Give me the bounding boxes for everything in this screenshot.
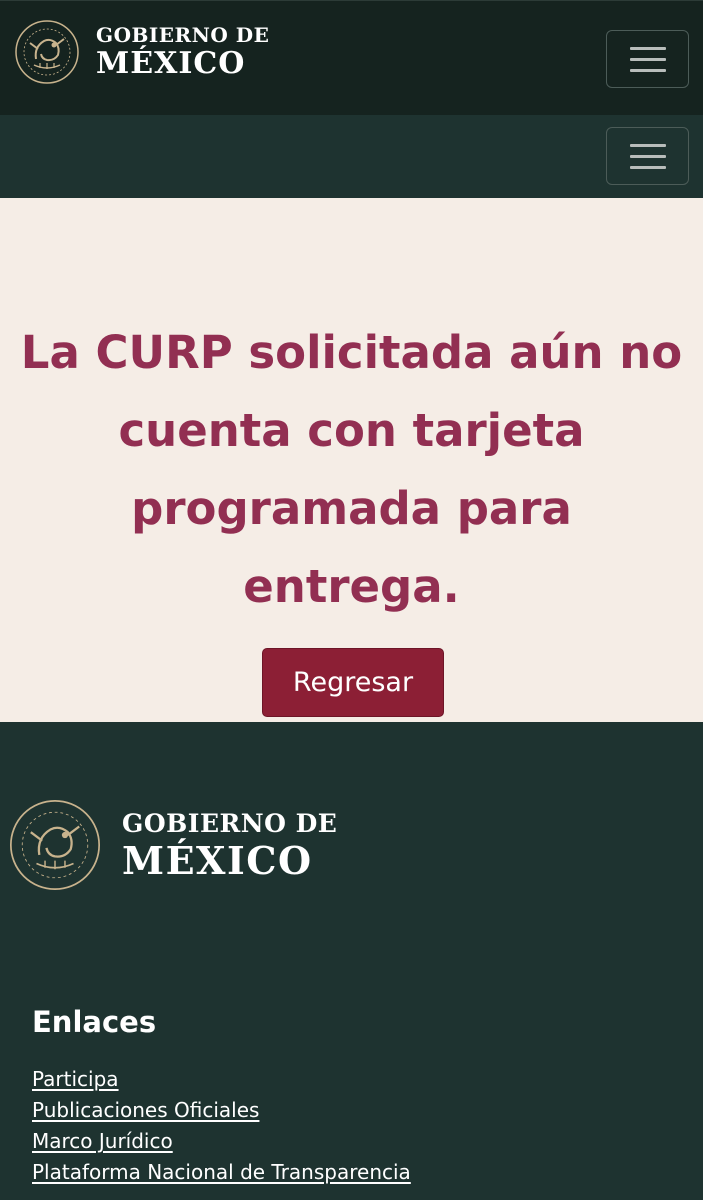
main-content: La CURP solicitada aún no cuenta con tar… — [0, 198, 703, 722]
hamburger-icon — [629, 143, 666, 147]
main-menu-toggle[interactable] — [606, 30, 689, 88]
link-participa[interactable]: Participa — [32, 1067, 119, 1091]
status-message: La CURP solicitada aún no cuenta con tar… — [20, 326, 683, 613]
hamburger-icon — [629, 46, 666, 50]
link-publicaciones-oficiales[interactable]: Publicaciones Oficiales — [32, 1098, 259, 1122]
back-button[interactable]: Regresar — [262, 648, 444, 717]
site-footer: GOBIERNO DE MÉXICO Enlaces Participa Pub… — [0, 722, 703, 1200]
link-marco-juridico[interactable]: Marco Jurídico — [32, 1129, 173, 1153]
hamburger-icon-line — [629, 165, 666, 169]
list-item: Publicaciones Oficiales — [32, 1098, 411, 1129]
footer-logo-line-1: GOBIERNO DE — [122, 808, 338, 838]
hamburger-icon-line — [629, 154, 666, 158]
gobierno-logo-link[interactable]: GOBIERNO DE MÉXICO — [14, 19, 269, 85]
secondary-menu-toggle[interactable] — [606, 127, 689, 185]
national-seal-icon — [15, 20, 79, 84]
national-seal-icon — [9, 799, 101, 891]
site-header: GOBIERNO DE MÉXICO — [0, 0, 703, 115]
footer-gobierno-logo-link[interactable]: GOBIERNO DE MÉXICO — [8, 798, 337, 892]
footer-logo-line-2: MÉXICO — [122, 837, 313, 883]
logo-line-2: MÉXICO — [96, 46, 246, 81]
list-item: Participa — [32, 1067, 411, 1098]
link-plataforma-transparencia[interactable]: Plataforma Nacional de Transparencia — [32, 1160, 411, 1184]
secondary-navbar — [0, 115, 703, 198]
list-item: Marco Jurídico — [32, 1129, 411, 1160]
footer-links-title: Enlaces — [32, 1005, 157, 1039]
hamburger-icon-line — [629, 68, 666, 72]
footer-links-list: Participa Publicaciones Oficiales Marco … — [32, 1067, 411, 1191]
logo-line-1: GOBIERNO DE — [96, 23, 270, 47]
list-item: Plataforma Nacional de Transparencia — [32, 1160, 411, 1191]
hamburger-icon-line — [629, 57, 666, 61]
